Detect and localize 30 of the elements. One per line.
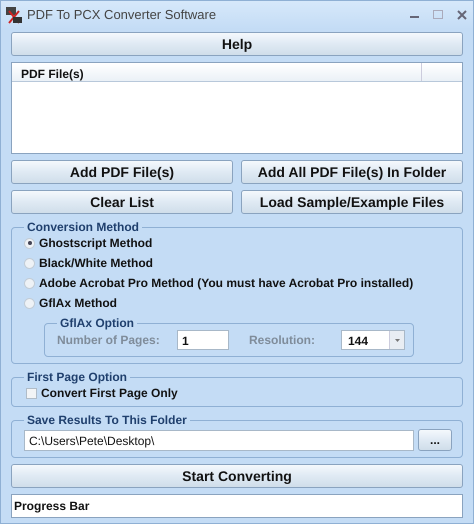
group-title: Conversion Method [26, 220, 140, 234]
group-title: First Page Option [26, 370, 128, 384]
maximize-icon[interactable] [433, 10, 443, 19]
radio-label[interactable]: GflAx Method [39, 296, 117, 310]
action-button[interactable]: Add All PDF File(s) In Folder [241, 160, 463, 184]
action-button[interactable]: Clear List [11, 190, 233, 214]
group-title: GflAx Option [59, 316, 135, 330]
radio-button[interactable] [24, 278, 35, 288]
action-button[interactable]: Load Sample/Example Files [241, 190, 463, 214]
window-title: PDF To PCX Converter Software [27, 7, 218, 22]
radio-button[interactable] [24, 298, 35, 308]
radio-label[interactable]: Black/White Method [39, 256, 154, 270]
action-button[interactable]: Add PDF File(s) [11, 160, 233, 184]
file-list[interactable]: PDF File(s) [11, 62, 463, 154]
browse-button[interactable]: ... [418, 429, 452, 451]
radio-button[interactable] [24, 238, 35, 248]
radio-label[interactable]: Ghostscript Method [39, 236, 152, 250]
group-title: Save Results To This Folder [26, 413, 188, 427]
field-label: Resolution: [249, 333, 316, 347]
help-button[interactable]: Help [11, 32, 463, 56]
caret-icon [394, 338, 400, 342]
radio-button[interactable] [24, 258, 35, 268]
checkbox[interactable] [26, 388, 37, 398]
folder-path-field[interactable]: C:\Users\Pete\Desktop\ [24, 430, 414, 450]
field-label: Number of Pages: [57, 333, 161, 347]
checkbox-label[interactable]: Convert First Page Only [41, 386, 178, 400]
radio-label[interactable]: Adobe Acrobat Pro Method (You must have Acrobat Pro installed) [39, 276, 414, 290]
app-icon [5, 6, 23, 24]
start-converting-button[interactable]: Start Converting [11, 464, 463, 488]
close-icon[interactable] [457, 10, 467, 20]
